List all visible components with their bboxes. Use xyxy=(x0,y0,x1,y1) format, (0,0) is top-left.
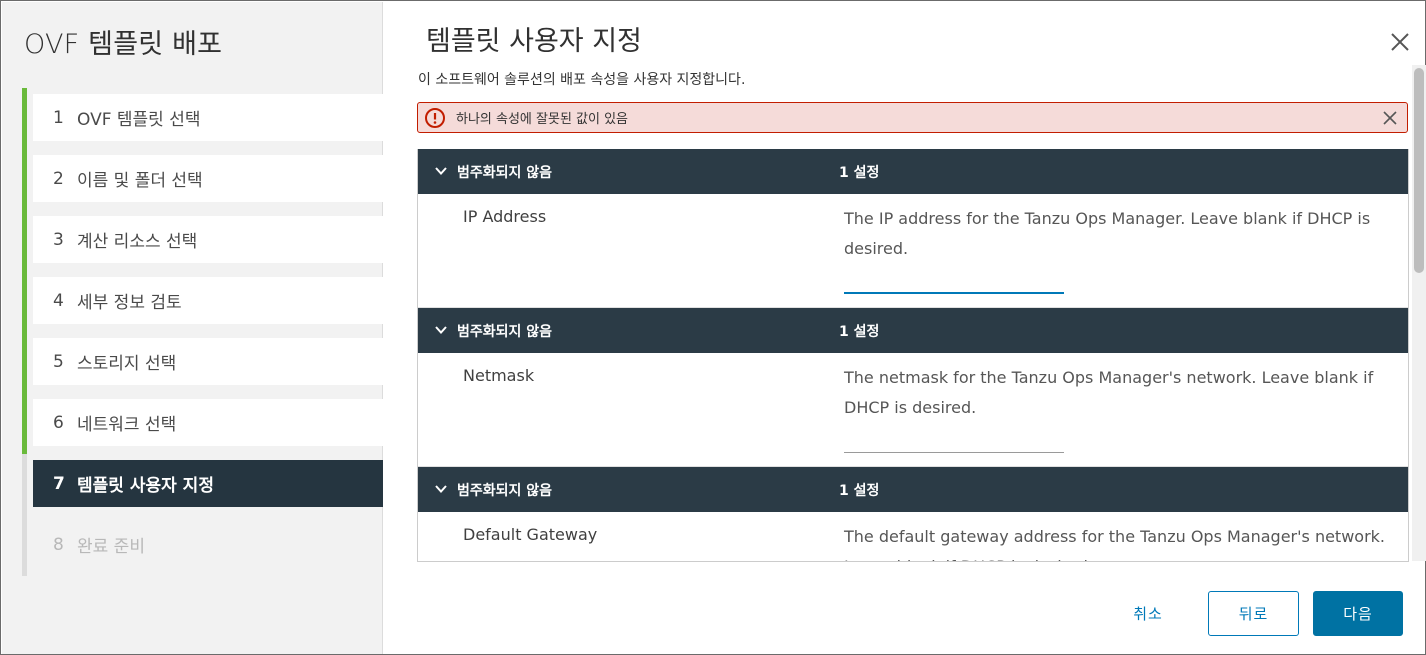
step-label: 계산 리소스 선택 xyxy=(77,232,198,252)
chevron-down-icon[interactable] xyxy=(434,323,448,337)
step-number: 2 xyxy=(53,168,64,189)
netmask-input[interactable] xyxy=(844,431,1064,453)
close-icon[interactable] xyxy=(1387,29,1413,55)
group-count: 1 설정 xyxy=(839,324,880,340)
property-label: Default Gateway xyxy=(463,525,598,544)
property-description: The netmask for the Tanzu Ops Manager's … xyxy=(844,368,1374,417)
wizard-title: OVF 템플릿 배포 xyxy=(24,29,223,60)
step-box[interactable]: 3 계산 리소스 선택 xyxy=(33,216,383,263)
alert-text: 하나의 속성에 잘못된 값이 있음 xyxy=(456,112,629,127)
wizard-step-3[interactable]: 3 계산 리소스 선택 xyxy=(22,210,383,271)
chevron-down-icon[interactable] xyxy=(434,482,448,496)
step-progress-bar xyxy=(22,149,27,210)
step-number: 1 xyxy=(53,107,64,128)
step-progress-bar xyxy=(22,271,27,332)
step-progress-bar xyxy=(22,88,27,149)
step-label: 템플릿 사용자 지정 xyxy=(77,476,214,496)
wizard-sidebar: OVF 템플릿 배포 1 OVF 템플릿 선택 2 이름 및 폴더 선택 3 계… xyxy=(2,2,383,654)
step-number: 5 xyxy=(53,351,64,372)
step-box[interactable]: 1 OVF 템플릿 선택 xyxy=(33,94,383,141)
property-description: The IP address for the Tanzu Ops Manager… xyxy=(844,209,1371,258)
step-label: 완료 준비 xyxy=(77,537,145,557)
step-label: OVF 템플릿 선택 xyxy=(77,110,201,130)
group-name: 범주화되지 않음 xyxy=(457,483,553,499)
wizard-step-6[interactable]: 6 네트워크 선택 xyxy=(22,393,383,454)
step-progress-bar xyxy=(22,332,27,393)
alert-close-icon[interactable] xyxy=(1381,109,1399,127)
back-button[interactable]: 뒤로 xyxy=(1208,591,1299,636)
property-row: IP Address The IP address for the Tanzu … xyxy=(418,194,1408,308)
group-count: 1 설정 xyxy=(839,483,880,499)
step-box[interactable]: 5 스토리지 선택 xyxy=(33,338,383,385)
properties-list: 범주화되지 않음 1 설정 IP Address The IP address … xyxy=(417,149,1409,562)
property-description: The default gateway address for the Tanz… xyxy=(844,527,1386,561)
wizard-step-1[interactable]: 1 OVF 템플릿 선택 xyxy=(22,88,383,149)
group-count: 1 설정 xyxy=(839,165,880,181)
step-number: 4 xyxy=(53,290,64,311)
wizard-step-8: 8 완료 준비 xyxy=(22,515,383,576)
step-box-disabled: 8 완료 준비 xyxy=(33,521,383,568)
chevron-down-icon[interactable] xyxy=(434,164,448,178)
wizard-steps: 1 OVF 템플릿 선택 2 이름 및 폴더 선택 3 계산 리소스 선택 4 … xyxy=(22,88,383,576)
error-alert: 하나의 속성에 잘못된 값이 있음 xyxy=(417,102,1408,133)
step-box-current[interactable]: 7 템플릿 사용자 지정 xyxy=(33,460,383,507)
cancel-button[interactable]: 취소 xyxy=(1113,591,1183,636)
step-progress-bar xyxy=(22,515,27,576)
group-name: 범주화되지 않음 xyxy=(457,165,553,181)
exclamation-circle-icon xyxy=(425,107,445,128)
step-label: 이름 및 폴더 선택 xyxy=(77,171,203,191)
property-row: Netmask The netmask for the Tanzu Ops Ma… xyxy=(418,353,1408,467)
vertical-scrollbar[interactable] xyxy=(1412,65,1426,561)
step-progress-bar xyxy=(22,393,27,454)
deploy-ovf-dialog: OVF 템플릿 배포 1 OVF 템플릿 선택 2 이름 및 폴더 선택 3 계… xyxy=(0,0,1426,655)
step-number: 3 xyxy=(53,229,64,250)
ip-address-input[interactable] xyxy=(844,272,1064,294)
wizard-step-5[interactable]: 5 스토리지 선택 xyxy=(22,332,383,393)
step-progress-bar xyxy=(22,210,27,271)
property-label: IP Address xyxy=(463,207,547,226)
step-number: 8 xyxy=(53,534,64,555)
step-label: 세부 정보 검토 xyxy=(77,293,182,313)
property-label: Netmask xyxy=(463,366,535,385)
scrollbar-thumb[interactable] xyxy=(1414,68,1424,273)
step-number: 6 xyxy=(53,412,64,433)
wizard-step-7[interactable]: 7 템플릿 사용자 지정 xyxy=(22,454,383,515)
group-name: 범주화되지 않음 xyxy=(457,324,553,340)
group-header[interactable]: 범주화되지 않음 1 설정 xyxy=(418,467,1408,512)
step-label: 네트워크 선택 xyxy=(77,415,177,435)
step-label: 스토리지 선택 xyxy=(77,354,177,374)
wizard-step-4[interactable]: 4 세부 정보 검토 xyxy=(22,271,383,332)
property-row: Default Gateway The default gateway addr… xyxy=(418,512,1408,561)
step-box[interactable]: 2 이름 및 폴더 선택 xyxy=(33,155,383,202)
wizard-step-2[interactable]: 2 이름 및 폴더 선택 xyxy=(22,149,383,210)
group-header[interactable]: 범주화되지 않음 1 설정 xyxy=(418,308,1408,353)
page-title: 템플릿 사용자 지정 xyxy=(426,26,642,57)
page-subtitle: 이 소프트웨어 솔루션의 배포 속성을 사용자 지정합니다. xyxy=(418,72,746,88)
step-number: 7 xyxy=(53,473,65,494)
group-header[interactable]: 범주화되지 않음 1 설정 xyxy=(418,149,1408,194)
next-button[interactable]: 다음 xyxy=(1313,591,1403,636)
step-box[interactable]: 4 세부 정보 검토 xyxy=(33,277,383,324)
step-box[interactable]: 6 네트워크 선택 xyxy=(33,399,383,446)
step-progress-bar xyxy=(22,454,27,515)
